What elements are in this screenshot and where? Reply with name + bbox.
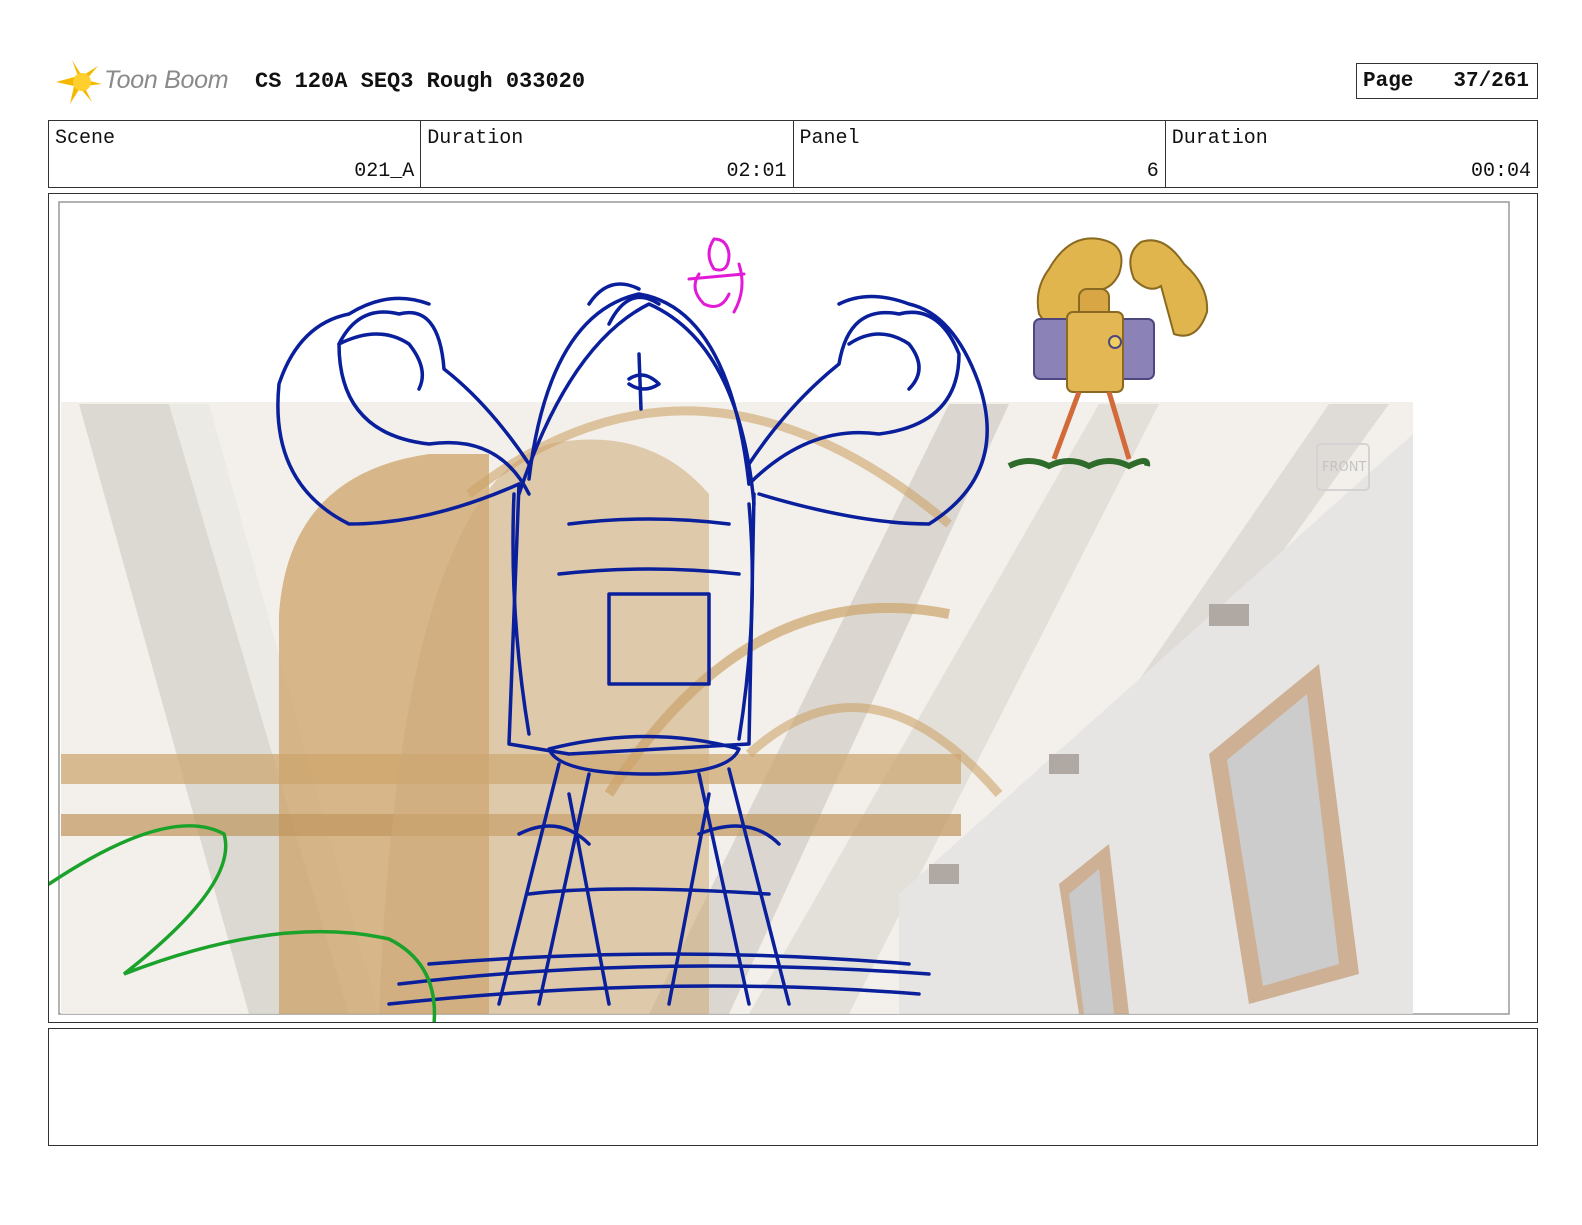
- toon-boom-logo: Toon Boom: [52, 56, 242, 108]
- scene-duration-value: 02:01: [726, 160, 787, 183]
- info-table: Scene 021_A Duration 02:01 Panel 6 Durat…: [48, 120, 1538, 188]
- panel-notes[interactable]: [48, 1028, 1538, 1146]
- scene-label: Scene: [55, 127, 116, 150]
- document-title: CS 120A SEQ3 Rough 033020: [255, 69, 586, 94]
- magenta-doodle: [687, 237, 746, 314]
- panel-duration-label: Duration: [1171, 127, 1268, 150]
- panel-duration-value: 00:04: [1470, 160, 1531, 183]
- panel-label: Panel: [799, 127, 860, 150]
- logo-text: Toon Boom: [104, 66, 229, 94]
- page-header: Toon Boom CS 120A SEQ3 Rough 033020 Page…: [52, 56, 1538, 108]
- scene-cell: Scene 021_A: [49, 121, 422, 187]
- page-label: Page: [1363, 69, 1414, 93]
- storyboard-panel[interactable]: FRONT: [48, 193, 1538, 1023]
- panel-artwork: FRONT: [49, 201, 1510, 1022]
- page-number: 37/261: [1453, 69, 1529, 93]
- front-sign-text: FRONT: [1322, 460, 1366, 475]
- panel-duration-cell: Duration 00:04: [1166, 121, 1537, 187]
- panel-value: 6: [1146, 160, 1159, 183]
- sunburst-icon: [56, 60, 102, 104]
- background-render: FRONT: [61, 402, 1413, 1014]
- panel-cell: Panel 6: [794, 121, 1166, 187]
- scene-duration-label: Duration: [427, 127, 524, 150]
- scene-value: 021_A: [354, 160, 415, 183]
- page-indicator: Page 37/261: [1356, 63, 1538, 99]
- scene-duration-cell: Duration 02:01: [421, 121, 794, 187]
